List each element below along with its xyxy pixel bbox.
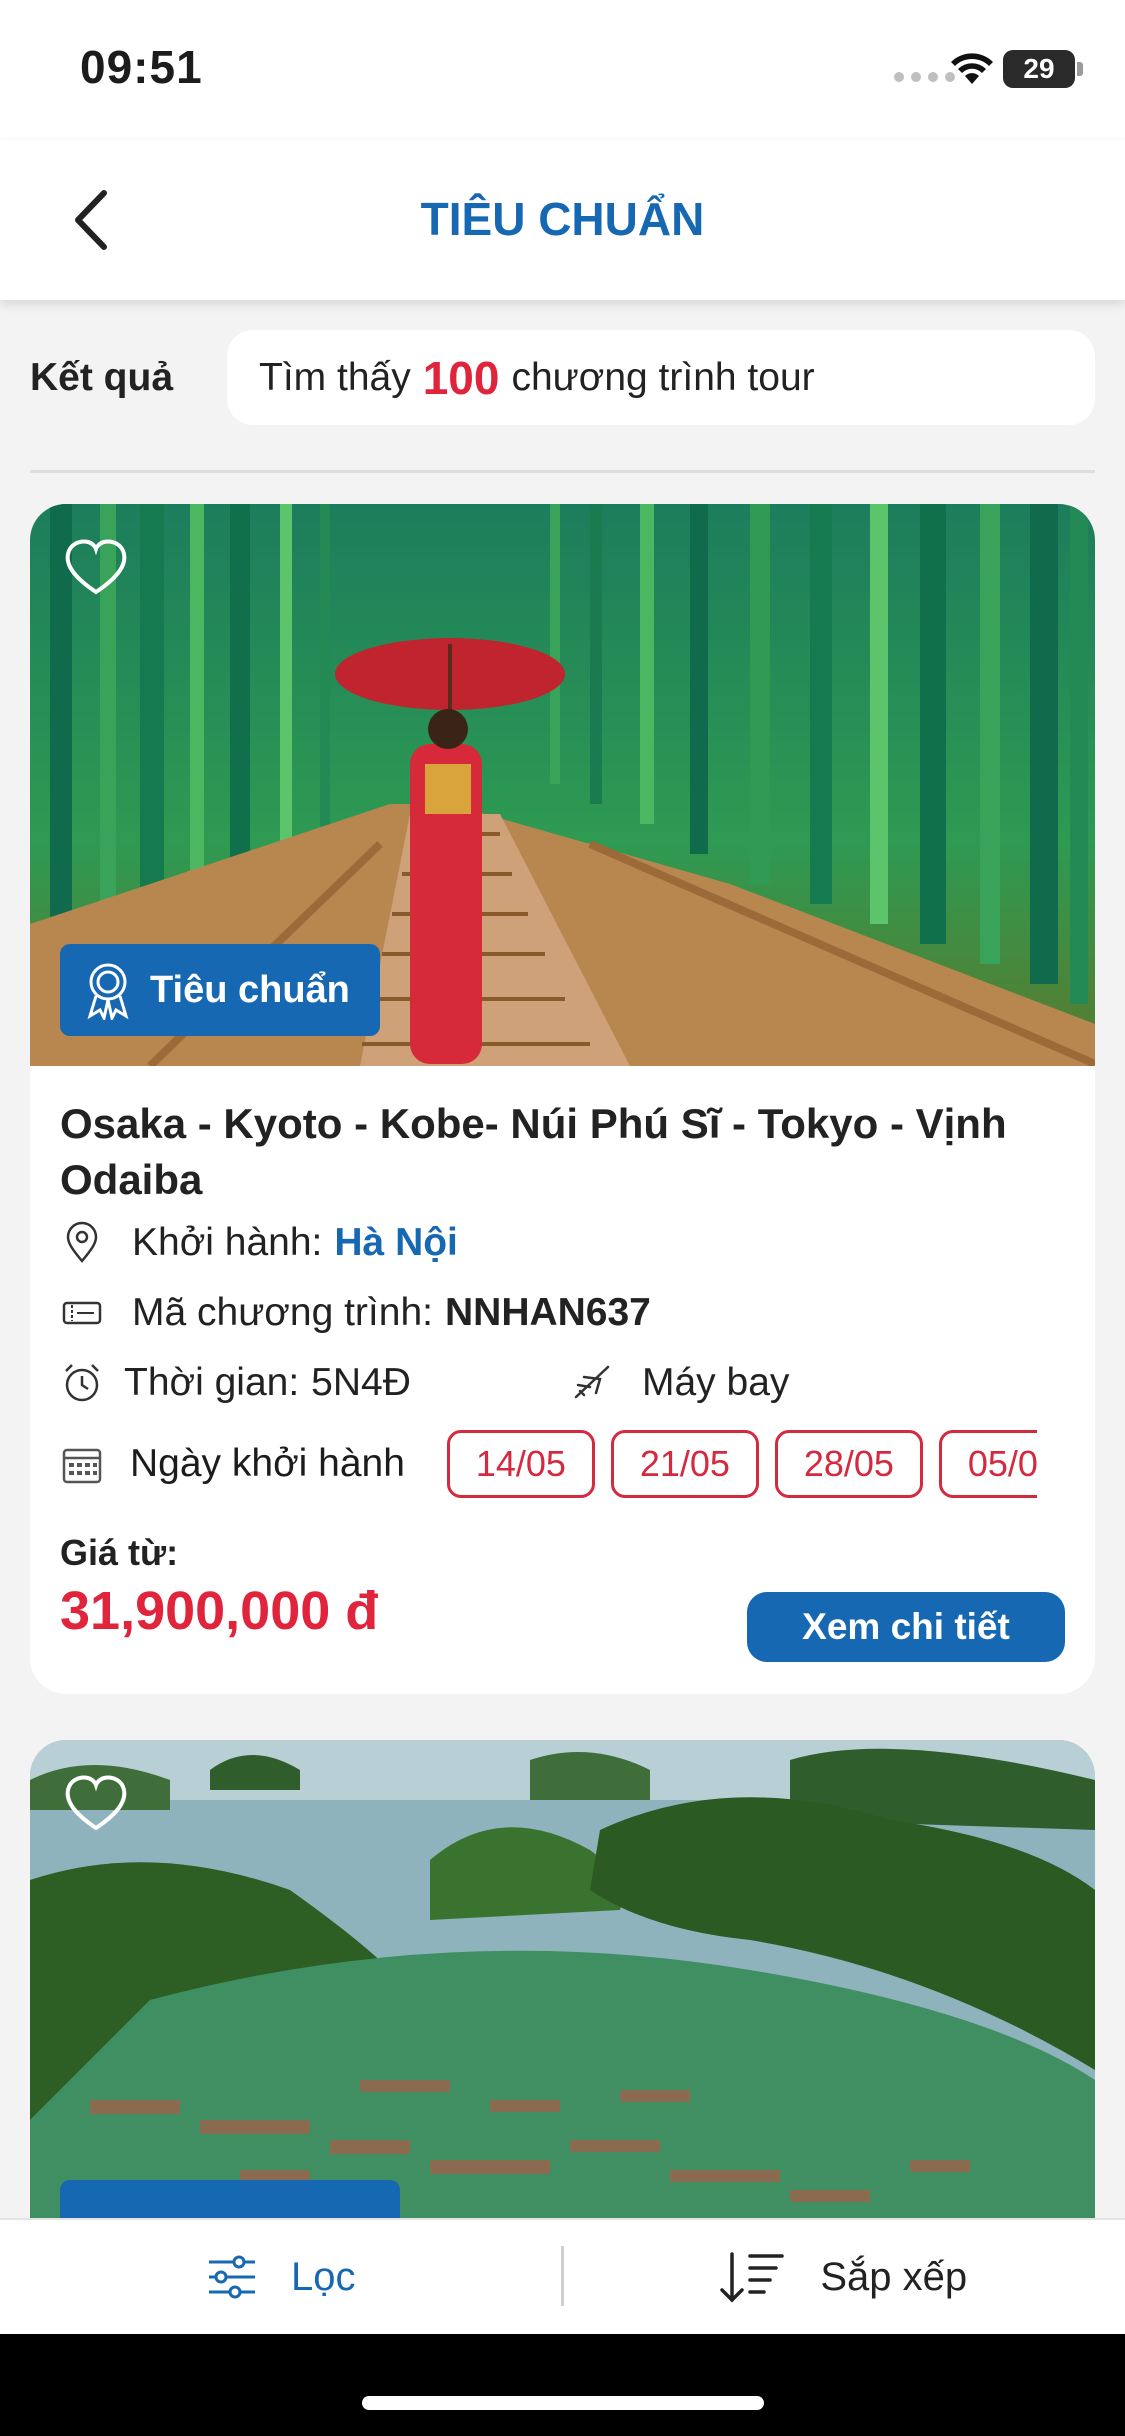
code-label: Mã chương trình: [132,1291,433,1334]
duration-transport-row: Thời gian: 5N4Đ Máy bay [60,1348,1065,1418]
tour-image[interactable] [30,1740,1095,2260]
result-suffix: chương trình tour [511,355,815,399]
dates-label: Ngày khởi hành [130,1442,405,1485]
result-prefix: Tìm thấy [259,355,411,399]
bottom-action-bar: Lọc Sắp xếp [0,2218,1125,2334]
divider [30,470,1095,473]
status-time: 09:51 [80,41,203,93]
transport-value: Máy bay [642,1361,790,1404]
view-detail-button[interactable]: Xem chi tiết [747,1592,1065,1662]
alarm-clock-icon [65,1364,99,1402]
tour-image[interactable]: Tiêu chuẩn [30,504,1095,1066]
tour-category-badge: Tiêu chuẩn [60,944,380,1036]
filter-button[interactable]: Lọc [0,2220,563,2334]
price-label: Giá từ: [60,1532,179,1573]
departure-value: Hà Nội [334,1221,458,1264]
award-icon [87,963,129,1020]
bottom-divider [561,2246,564,2306]
home-indicator-area [0,2334,1125,2436]
battery-cap [1077,62,1083,76]
date-chip[interactable]: 21/05 [610,1430,759,1498]
heart-icon[interactable] [62,1772,130,1834]
filter-sliders-icon [209,2255,255,2299]
calendar-icon [62,1448,102,1484]
code-row: Mã chương trình: NNHAN637 [60,1278,1065,1348]
dates-row: Ngày khởi hành 14/05 21/05 28/05 05/06 [60,1418,1065,1510]
ticket-icon [62,1301,102,1325]
nav-header: TIÊU CHUẨN [0,140,1125,300]
tour-card[interactable] [30,1740,1095,2260]
tour-card[interactable]: Tiêu chuẩn Osaka - Kyoto - Kobe- Núi Phú… [30,504,1095,1694]
departure-date-list[interactable]: 14/05 21/05 28/05 05/06 [446,1430,1037,1498]
date-chip[interactable]: 14/05 [446,1430,595,1498]
sort-button[interactable]: Sắp xếp [563,2220,1125,2334]
airplane-icon [574,1365,610,1399]
sort-descending-icon [720,2252,785,2303]
tour-card-body: Osaka - Kyoto - Kobe- Núi Phú Sĩ - Tokyo… [30,1066,1095,1662]
result-count: 100 [422,351,500,404]
result-summary: Kết quả Tìm thấy 100 chương trình tour [30,330,1095,425]
page-title: TIÊU CHUẨN [420,193,705,245]
tour-title[interactable]: Osaka - Kyoto - Kobe- Núi Phú Sĩ - Tokyo… [60,1096,1065,1208]
result-label: Kết quả [30,356,174,399]
status-bar: 09:51 29 [0,0,1125,140]
badge-label: Tiêu chuẩn [150,968,350,1011]
home-indicator[interactable] [362,2396,764,2410]
signal-icon [894,72,955,82]
departure-label: Khởi hành: [132,1221,323,1264]
result-count-box: Tìm thấy 100 chương trình tour [227,330,1095,425]
location-pin-icon [66,1221,98,1263]
wifi-icon [951,53,993,84]
sort-label: Sắp xếp [820,2254,968,2299]
filter-label: Lọc [291,2254,356,2299]
date-chip[interactable]: 05/06 [938,1430,1037,1498]
duration-value: 5N4Đ [311,1361,411,1404]
date-chip[interactable]: 28/05 [774,1430,923,1498]
battery-icon: 29 [1003,50,1075,88]
duration-label: Thời gian: [124,1361,300,1404]
heart-icon[interactable] [62,536,130,598]
departure-row: Khởi hành: Hà Nội [60,1208,1065,1278]
code-value: NNHAN637 [444,1291,651,1334]
